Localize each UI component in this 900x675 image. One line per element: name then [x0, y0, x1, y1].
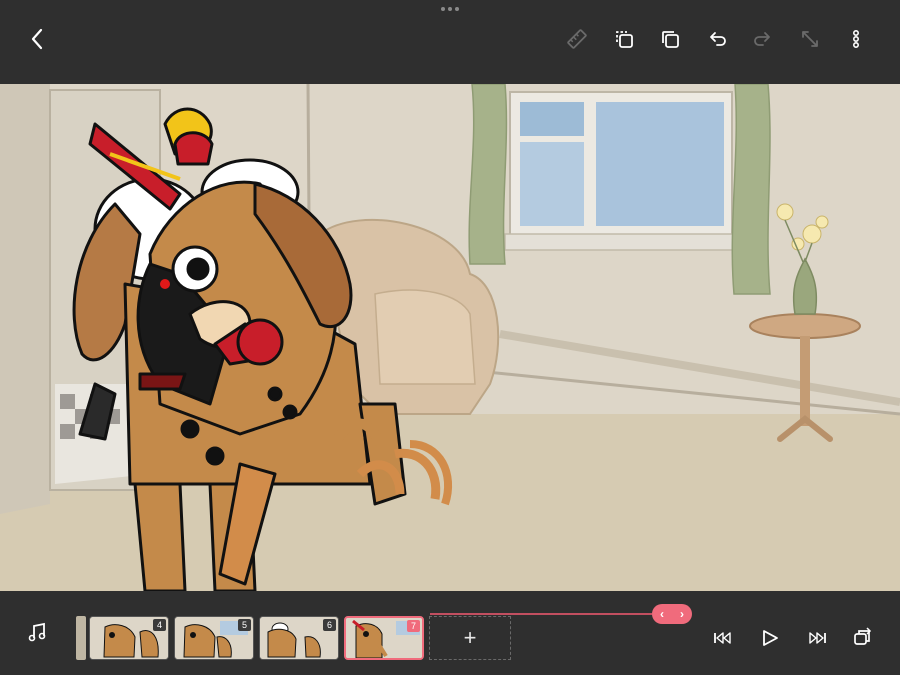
duplicate-icon	[662, 31, 679, 48]
layers-button[interactable]	[848, 621, 878, 651]
redo-button[interactable]	[748, 24, 778, 54]
frame-thumbnail[interactable]: 4	[89, 616, 169, 660]
skip-forward-icon	[809, 632, 826, 644]
frame-number: 7	[407, 620, 420, 632]
timeline-bar: 4 5 6 7 + ‹ ›	[0, 591, 900, 675]
more-icon	[852, 29, 860, 49]
chevron-left-icon: ‹	[660, 607, 664, 621]
chevron-right-icon: ›	[680, 607, 684, 621]
playback-range-handle[interactable]: ‹ ›	[652, 604, 692, 624]
music-button[interactable]	[22, 618, 52, 648]
duplicate-button[interactable]	[655, 24, 685, 54]
resize-icon	[802, 31, 818, 47]
frame-thumbnail[interactable]: 5	[174, 616, 254, 660]
copy-frame-icon	[616, 31, 633, 48]
add-frame-button[interactable]: +	[429, 616, 511, 660]
frame-number: 4	[153, 619, 166, 631]
jump-to-start-button[interactable]	[708, 623, 738, 653]
top-toolbar	[0, 0, 900, 84]
jump-to-end-button[interactable]	[802, 623, 832, 653]
resize-button[interactable]	[795, 24, 825, 54]
frame-thumbnail-selected[interactable]: 7	[344, 616, 424, 660]
window-grip[interactable]	[441, 7, 459, 11]
frame-number: 6	[323, 619, 336, 631]
ruler-button[interactable]	[562, 24, 592, 54]
undo-icon	[710, 32, 726, 46]
music-note-icon	[28, 622, 46, 642]
skip-back-icon	[714, 632, 731, 644]
back-button[interactable]	[22, 24, 52, 54]
redo-icon	[754, 32, 770, 46]
undo-button[interactable]	[702, 24, 732, 54]
frame-number: 5	[238, 619, 251, 631]
ruler-icon	[567, 29, 587, 49]
frame-thumbnail[interactable]: 6	[259, 616, 339, 660]
play-icon	[763, 630, 778, 646]
animation-frame-artwork	[0, 84, 900, 591]
copy-frame-button[interactable]	[609, 24, 639, 54]
playback-range-line	[430, 613, 652, 615]
frame-partial[interactable]	[76, 616, 86, 660]
drawing-canvas[interactable]	[0, 84, 900, 591]
play-button[interactable]	[755, 623, 785, 653]
layers-icon	[854, 627, 872, 645]
more-button[interactable]	[841, 24, 871, 54]
back-icon	[31, 28, 43, 50]
